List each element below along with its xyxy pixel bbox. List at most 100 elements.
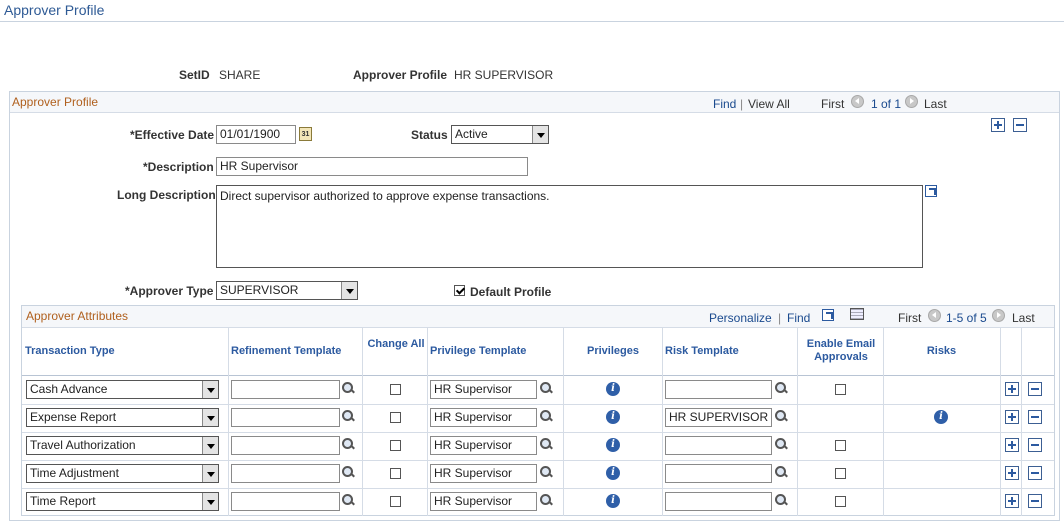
approver-profile-value: HR SUPERVISOR <box>454 68 554 82</box>
search-lookup-icon[interactable] <box>774 465 788 479</box>
transaction-type-select[interactable]: Cash Advance <box>26 380 219 399</box>
title-divider <box>0 21 1064 22</box>
search-lookup-icon[interactable] <box>774 381 788 395</box>
next-arrow-icon[interactable] <box>905 95 918 108</box>
enable-email-approvals-checkbox[interactable] <box>835 468 846 479</box>
personalize-link[interactable]: Personalize <box>709 311 772 325</box>
previous-arrow-icon[interactable] <box>851 95 864 108</box>
download-grid-icon[interactable] <box>850 308 864 320</box>
privilege-template-input[interactable]: HR Supervisor <box>430 464 537 483</box>
long-description-textarea[interactable]: Direct supervisor authorized to approve … <box>216 185 923 268</box>
search-lookup-icon[interactable] <box>539 465 553 479</box>
col-privileges: Privileges <box>587 345 639 357</box>
refinement-template-input[interactable] <box>231 464 340 483</box>
delete-row-minus-icon[interactable] <box>1028 382 1042 396</box>
expand-textarea-icon[interactable] <box>925 185 937 197</box>
chevron-down-icon <box>202 409 218 426</box>
attributes-find-link[interactable]: Find <box>787 311 810 325</box>
add-row-plus-icon[interactable] <box>1005 466 1019 480</box>
approver-type-select-value: SUPERVISOR <box>220 283 299 297</box>
enable-email-approvals-checkbox[interactable] <box>835 496 846 507</box>
profile-find-link[interactable]: Find <box>713 97 736 111</box>
privileges-info-icon[interactable]: i <box>606 466 620 480</box>
approver-type-select[interactable]: SUPERVISOR <box>216 281 358 300</box>
privileges-info-icon[interactable]: i <box>606 382 620 396</box>
change-all-checkbox[interactable] <box>390 468 401 479</box>
add-row-plus-icon[interactable] <box>1005 382 1019 396</box>
enable-email-approvals-checkbox[interactable] <box>835 440 846 451</box>
profile-section-title: Approver Profile <box>12 95 99 109</box>
search-lookup-icon[interactable] <box>341 465 355 479</box>
search-lookup-icon[interactable] <box>774 493 788 507</box>
header-bottom-line <box>22 375 1054 376</box>
chevron-down-icon <box>202 493 218 510</box>
chevron-down-icon <box>202 465 218 482</box>
risk-template-input[interactable] <box>665 380 772 399</box>
enable-email-approvals-checkbox[interactable] <box>835 384 846 395</box>
privileges-info-icon[interactable]: i <box>606 494 620 508</box>
risk-template-input[interactable] <box>665 436 772 455</box>
col-enable-email-approvals: Enable Email Approvals <box>806 338 876 363</box>
search-lookup-icon[interactable] <box>341 437 355 451</box>
calendar-icon[interactable]: 31 <box>299 127 312 141</box>
add-row-plus-icon[interactable] <box>1005 410 1019 424</box>
delete-row-minus-icon[interactable] <box>1028 494 1042 508</box>
attributes-first-label: First <box>898 311 922 325</box>
refinement-template-input[interactable] <box>231 492 340 511</box>
privileges-info-icon[interactable]: i <box>606 410 620 424</box>
default-profile-checkbox[interactable] <box>454 285 465 296</box>
search-lookup-icon[interactable] <box>539 381 553 395</box>
delete-row-minus-icon[interactable] <box>1028 410 1042 424</box>
refinement-template-input[interactable] <box>231 380 340 399</box>
privilege-template-input[interactable]: HR Supervisor <box>430 436 537 455</box>
chevron-down-icon <box>341 282 357 299</box>
risk-template-input[interactable] <box>665 492 772 511</box>
change-all-checkbox[interactable] <box>390 412 401 423</box>
col-change-all: Change All <box>367 338 425 350</box>
search-lookup-icon[interactable] <box>341 409 355 423</box>
refinement-template-input[interactable] <box>231 408 340 427</box>
add-row-plus-icon[interactable] <box>991 118 1005 132</box>
description-input[interactable]: HR Supervisor <box>216 157 528 176</box>
search-lookup-icon[interactable] <box>774 409 788 423</box>
search-lookup-icon[interactable] <box>341 381 355 395</box>
previous-arrow-icon[interactable] <box>928 309 941 322</box>
view-in-new-window-icon[interactable] <box>822 309 834 321</box>
change-all-checkbox[interactable] <box>390 496 401 507</box>
page-title: Approver Profile <box>4 2 105 18</box>
change-all-checkbox[interactable] <box>390 384 401 395</box>
search-lookup-icon[interactable] <box>539 437 553 451</box>
profile-view-all-link[interactable]: View All <box>748 97 790 111</box>
privileges-info-icon[interactable]: i <box>606 438 620 452</box>
transaction-type-value: Expense Report <box>30 410 117 424</box>
transaction-type-select[interactable]: Expense Report <box>26 408 219 427</box>
search-lookup-icon[interactable] <box>341 493 355 507</box>
risks-info-icon[interactable]: i <box>934 410 948 424</box>
effective-date-label: *Effective Date <box>130 128 215 142</box>
transaction-type-select[interactable]: Time Report <box>26 492 219 511</box>
row-divider <box>22 460 1054 461</box>
delete-row-minus-icon[interactable] <box>1028 438 1042 452</box>
refinement-template-input[interactable] <box>231 436 340 455</box>
privilege-template-input[interactable]: HR Supervisor <box>430 492 537 511</box>
privilege-template-input[interactable]: HR Supervisor <box>430 408 537 427</box>
risk-template-input[interactable] <box>665 464 772 483</box>
risk-template-input[interactable]: HR SUPERVISOR <box>665 408 772 427</box>
change-all-checkbox[interactable] <box>390 440 401 451</box>
transaction-type-select[interactable]: Time Adjustment <box>26 464 219 483</box>
effective-date-input[interactable]: 01/01/1900 <box>216 125 296 144</box>
status-select[interactable]: Active <box>451 125 549 144</box>
search-lookup-icon[interactable] <box>539 409 553 423</box>
add-row-plus-icon[interactable] <box>1005 494 1019 508</box>
delete-row-minus-icon[interactable] <box>1013 118 1027 132</box>
next-arrow-icon[interactable] <box>992 309 1005 322</box>
col-transaction-type: Transaction Type <box>25 345 115 357</box>
add-row-plus-icon[interactable] <box>1005 438 1019 452</box>
privilege-template-input[interactable]: HR Supervisor <box>430 380 537 399</box>
delete-row-minus-icon[interactable] <box>1028 466 1042 480</box>
transaction-type-select[interactable]: Travel Authorization <box>26 436 219 455</box>
search-lookup-icon[interactable] <box>539 493 553 507</box>
chevron-down-icon <box>202 437 218 454</box>
search-lookup-icon[interactable] <box>774 437 788 451</box>
attributes-count: 1-5 of 5 <box>946 311 987 325</box>
